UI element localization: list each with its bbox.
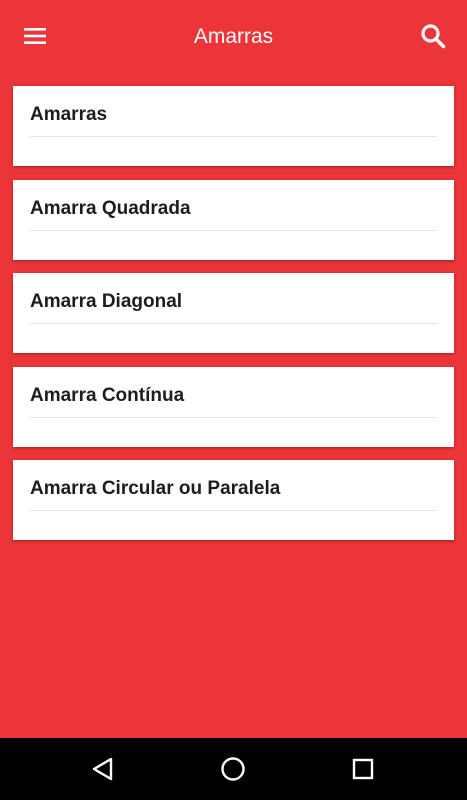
home-button[interactable] xyxy=(211,749,255,789)
list-item[interactable]: Amarra Diagonal xyxy=(13,273,454,353)
list-item-label: Amarra Quadrada xyxy=(30,197,191,219)
list-item[interactable]: Amarra Circular ou Paralela xyxy=(13,460,454,540)
page-title: Amarras xyxy=(193,25,274,48)
divider xyxy=(30,416,437,418)
list-item-label: Amarra Contínua xyxy=(30,384,185,406)
divider xyxy=(30,229,437,231)
divider xyxy=(30,323,437,324)
system-nav-bar xyxy=(0,738,467,800)
topic-list: Amarras Amarra Quadrada Amarra Diagonal … xyxy=(13,86,454,554)
search-icon xyxy=(421,24,446,49)
home-circle-icon xyxy=(221,757,245,781)
recents-square-icon xyxy=(352,758,374,780)
recents-button[interactable] xyxy=(341,749,385,789)
list-item[interactable]: Amarra Contínua xyxy=(13,366,454,447)
divider xyxy=(30,136,437,137)
list-item[interactable]: Amarra Quadrada xyxy=(13,179,454,260)
list-item-label: Amarra Circular ou Paralela xyxy=(30,478,281,499)
divider xyxy=(30,510,437,511)
list-item[interactable]: Amarras xyxy=(13,86,454,166)
app-bar: Amarras xyxy=(0,0,467,72)
list-item-label: Amarras xyxy=(30,104,108,125)
back-triangle-icon xyxy=(92,757,113,781)
back-button[interactable] xyxy=(81,749,125,789)
search-button[interactable] xyxy=(411,16,455,56)
list-item-label: Amarra Diagonal xyxy=(30,291,183,312)
